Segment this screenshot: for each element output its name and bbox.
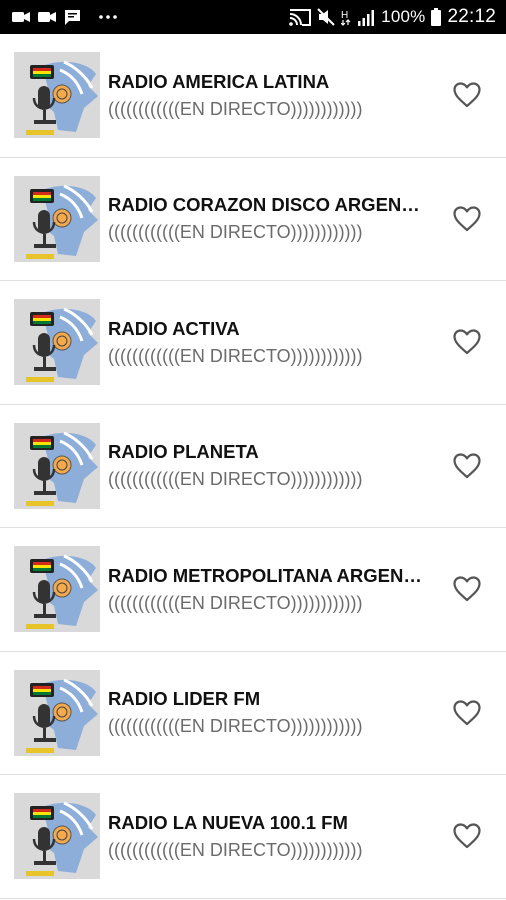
favorite-heart-icon[interactable] [452,204,482,234]
station-status: ((((((((((((EN DIRECTO)))))))))))) [108,592,363,613]
station-name: RADIO PLANETA [108,441,259,463]
station-logo [14,546,100,633]
battery-icon [431,8,442,26]
station-logo [14,669,100,756]
svg-text:H: H [341,10,348,21]
station-logo [14,299,100,386]
favorite-heart-icon[interactable] [452,574,482,604]
status-bar-left [12,9,117,26]
station-text: RADIO PLANETA ((((((((((((EN DIRECTO))))… [108,440,442,491]
station-text: RADIO AMERICA LATINA ((((((((((((EN DIRE… [108,70,442,121]
favorite-heart-icon[interactable] [452,451,482,481]
station-row[interactable]: RADIO CORAZON DISCO ARGENTINA ((((((((((… [0,158,506,281]
station-row[interactable]: RADIO AMERICA LATINA ((((((((((((EN DIRE… [0,34,506,158]
status-bar: H 100% 22:12 [0,0,506,34]
station-logo [14,793,100,880]
more-dots-icon [99,15,117,19]
station-status: ((((((((((((EN DIRECTO)))))))))))) [108,98,363,119]
clock: 22:12 [447,6,496,27]
favorite-heart-icon[interactable] [452,821,482,851]
cast-icon [289,8,312,26]
station-logo [14,422,100,509]
station-row[interactable]: RADIO LIDER FM ((((((((((((EN DIRECTO)))… [0,652,506,775]
station-name: RADIO CORAZON DISCO ARGENTINA [108,194,426,216]
station-row[interactable]: RADIO PLANETA ((((((((((((EN DIRECTO))))… [0,405,506,528]
station-name: RADIO LIDER FM [108,688,261,710]
station-row[interactable]: RADIO METROPOLITANA ARGENTINA ((((((((((… [0,528,506,652]
station-logo [14,175,100,262]
station-row[interactable]: RADIO LA NUEVA 100.1 FM ((((((((((((EN D… [0,775,506,899]
battery-percentage: 100% [381,7,426,26]
network-h-icon: H [341,8,351,26]
signal-icon [357,9,375,26]
station-text: RADIO LA NUEVA 100.1 FM ((((((((((((EN D… [108,811,442,862]
video-call-icon [38,10,56,24]
station-name: RADIO ACTIVA [108,317,240,339]
station-text: RADIO LIDER FM ((((((((((((EN DIRECTO)))… [108,687,442,738]
station-status: ((((((((((((EN DIRECTO)))))))))))) [108,469,363,490]
station-name: RADIO LA NUEVA 100.1 FM [108,811,348,833]
station-text: RADIO METROPOLITANA ARGENTINA ((((((((((… [108,564,442,615]
station-status: ((((((((((((EN DIRECTO)))))))))))) [108,345,363,366]
station-text: RADIO ACTIVA ((((((((((((EN DIRECTO)))))… [108,317,442,368]
station-logo [14,52,100,139]
mute-icon [317,8,335,26]
station-list: RADIO AMERICA LATINA ((((((((((((EN DIRE… [0,34,506,899]
station-status: ((((((((((((EN DIRECTO)))))))))))) [108,716,363,737]
station-name: RADIO METROPOLITANA ARGENTINA [108,564,426,586]
favorite-heart-icon[interactable] [452,698,482,728]
favorite-heart-icon[interactable] [452,80,482,110]
station-status: ((((((((((((EN DIRECTO)))))))))))) [108,222,363,243]
status-bar-right: H 100% 22:12 [289,6,496,28]
station-row[interactable]: RADIO ACTIVA ((((((((((((EN DIRECTO)))))… [0,281,506,405]
station-name: RADIO AMERICA LATINA [108,70,330,92]
favorite-heart-icon[interactable] [452,327,482,357]
station-text: RADIO CORAZON DISCO ARGENTINA ((((((((((… [108,193,442,244]
video-icon [12,10,30,24]
station-status: ((((((((((((EN DIRECTO)))))))))))) [108,839,363,860]
message-icon [64,9,81,26]
